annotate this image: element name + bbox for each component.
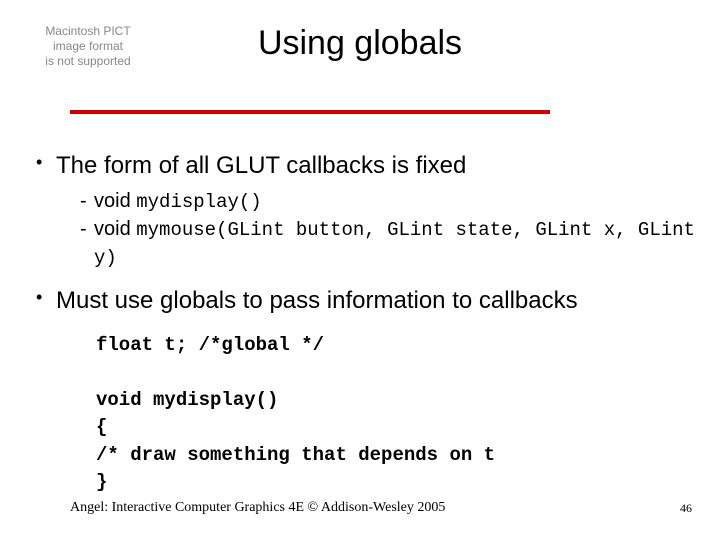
slide-title: Using globals: [0, 24, 720, 63]
sub-list: - void mydisplay() - void mymouse(GLint …: [80, 188, 696, 271]
bullet-marker: •: [36, 150, 56, 174]
sub-code: mymouse(GLint button, GLint state, GLint…: [94, 219, 695, 269]
page-number: 46: [680, 501, 692, 516]
slide: Macintosh PICT image format is not suppo…: [0, 0, 720, 540]
sub-item-body: void mydisplay(): [94, 188, 262, 216]
sub-prefix: void: [94, 190, 136, 212]
sub-item-body: void mymouse(GLint button, GLint state, …: [94, 216, 696, 271]
bullet-marker: •: [36, 285, 56, 309]
dash-marker: -: [80, 188, 94, 216]
sub-item: - void mymouse(GLint button, GLint state…: [80, 216, 696, 271]
dash-marker: -: [80, 216, 94, 271]
bullet-item: • The form of all GLUT callbacks is fixe…: [36, 150, 696, 182]
sub-prefix: void: [94, 218, 136, 240]
code-block: float t; /*global */ void mydisplay() { …: [96, 332, 696, 497]
bullet-text: The form of all GLUT callbacks is fixed: [56, 150, 466, 182]
footer-text: Angel: Interactive Computer Graphics 4E …: [70, 500, 445, 516]
title-underline: [70, 110, 550, 114]
sub-code: mydisplay(): [136, 191, 261, 213]
slide-content: • The form of all GLUT callbacks is fixe…: [36, 150, 696, 497]
bullet-text: Must use globals to pass information to …: [56, 285, 578, 317]
sub-item: - void mydisplay(): [80, 188, 696, 216]
bullet-item: • Must use globals to pass information t…: [36, 285, 696, 317]
